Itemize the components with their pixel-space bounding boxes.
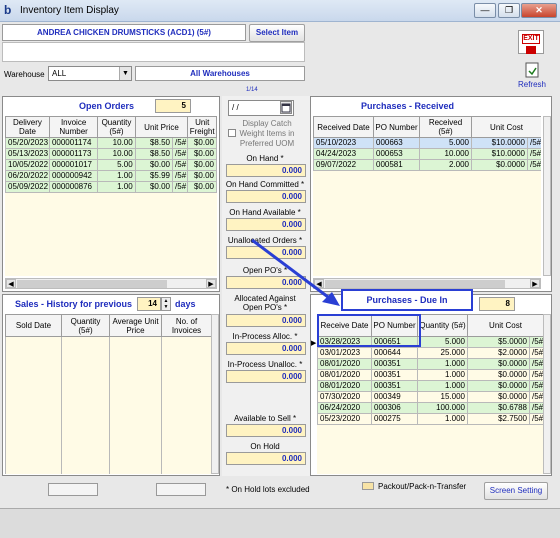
legend-swatch xyxy=(362,482,374,490)
screen-setting-button[interactable]: Screen Setting xyxy=(484,482,548,500)
footer-box-2 xyxy=(156,483,206,496)
footer-note: * On Hold lots excluded xyxy=(226,485,310,494)
annotation-arrow-icon xyxy=(251,238,340,306)
footer-box-1 xyxy=(48,483,98,496)
legend-label: Packout/Pack-n-Transfer xyxy=(378,482,467,491)
status-area xyxy=(0,508,560,538)
